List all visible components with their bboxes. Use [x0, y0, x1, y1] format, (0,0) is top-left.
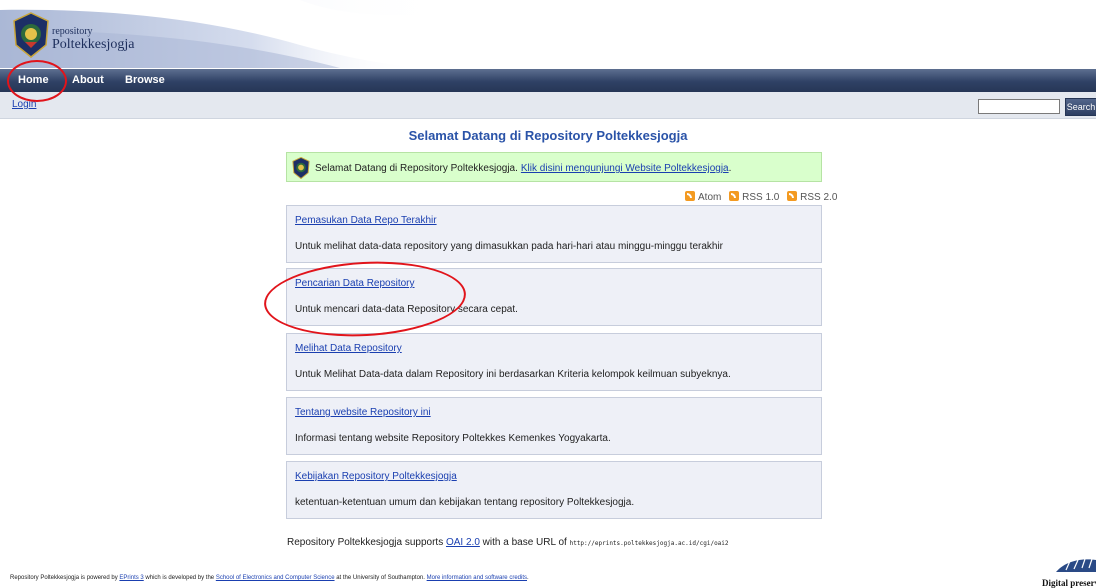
feed-rss2-label: RSS 2.0 [800, 192, 838, 203]
feed-links: Atom RSS 1.0 RSS 2.0 [680, 191, 837, 203]
card-browse-desc: Untuk Melihat Data-data dalam Repository… [295, 369, 731, 380]
footer-t1: Repository Poltekkesjogja is powered by [10, 575, 118, 581]
card-browse: Melihat Data Repository Untuk Melihat Da… [286, 333, 822, 391]
card-policy: Kebijakan Repository Poltekkesjogja kete… [286, 461, 822, 519]
search-input[interactable] [978, 99, 1060, 114]
card-latest-link[interactable]: Pemasukan Data Repo Terakhir [295, 215, 437, 226]
nav-browse[interactable]: Browse [125, 74, 165, 86]
oai-prefix: Repository Poltekkesjogja supports [287, 537, 444, 548]
oai-link[interactable]: OAI 2.0 [446, 537, 480, 548]
footer-t2: which is developed by the [145, 575, 215, 581]
main-nav: Home About Browse [0, 69, 1096, 92]
welcome-after: . [728, 163, 732, 174]
annotation-circle-home [7, 60, 67, 102]
site-logo-text[interactable]: repository Poltekkesjogja [52, 27, 134, 52]
card-latest-desc: Untuk melihat data-data repository yang … [295, 241, 724, 252]
credits-link[interactable]: More information and software credits [427, 575, 527, 581]
website-link[interactable]: Klik disini mengunjungi Website Poltekke… [521, 163, 729, 174]
card-about-desc: Informasi tentang website Repository Pol… [295, 433, 611, 444]
feed-rss2[interactable]: RSS 2.0 [787, 191, 837, 203]
feed-rss1[interactable]: RSS 1.0 [729, 191, 779, 203]
footer-t3: at the University of Southampton. [336, 575, 425, 581]
poltekkes-mini-logo-icon [292, 157, 310, 179]
logo-big-text: Poltekkesjogja [52, 37, 135, 52]
card-latest-additions: Pemasukan Data Repo Terakhir Untuk melih… [286, 205, 822, 263]
site-header: repository Poltekkesjogja [0, 0, 1096, 68]
rss-feed-icon [729, 191, 740, 201]
poltekkes-logo[interactable] [12, 12, 50, 58]
feed-atom-label: Atom [698, 192, 722, 203]
card-about: Tentang website Repository ini Informasi… [286, 397, 822, 455]
login-bar: Login [0, 92, 1096, 119]
header-swoosh-decoration [0, 0, 460, 68]
welcome-text: Selamat Datang di Repository Poltekkesjo… [315, 163, 518, 174]
welcome-message: Selamat Datang di Repository Poltekkesjo… [286, 152, 822, 182]
rss-feed-icon [787, 191, 798, 201]
logo-small-text: repository [52, 26, 93, 37]
card-policy-desc: ketentuan-ketentuan umum dan kebijakan t… [295, 497, 635, 508]
footer-t4: . [527, 575, 529, 581]
oai-url: http://eprints.poltekkesjogja.ac.id/cgi/… [569, 540, 729, 547]
ecs-link[interactable]: School of Electronics and Computer Scien… [216, 575, 335, 581]
feed-rss1-label: RSS 1.0 [742, 192, 780, 203]
card-browse-link[interactable]: Melihat Data Repository [295, 343, 402, 354]
nav-about[interactable]: About [72, 74, 104, 86]
card-about-link[interactable]: Tentang website Repository ini [295, 407, 431, 418]
card-policy-link[interactable]: Kebijakan Repository Poltekkesjogja [295, 471, 457, 482]
digital-preservation-text: Digital preserv [1042, 578, 1096, 588]
oai-info: Repository Poltekkesjogja supports OAI 2… [287, 537, 729, 548]
eprints-link[interactable]: EPrints 3 [119, 575, 143, 581]
page-title: Selamat Datang di Repository Poltekkesjo… [408, 128, 688, 143]
feed-atom[interactable]: Atom [685, 191, 721, 203]
rss-feed-icon [685, 191, 695, 201]
footer-credits: Repository Poltekkesjogja is powered by … [10, 575, 529, 581]
search-button[interactable]: Search [1065, 98, 1096, 116]
oai-mid: with a base URL of [482, 537, 567, 548]
